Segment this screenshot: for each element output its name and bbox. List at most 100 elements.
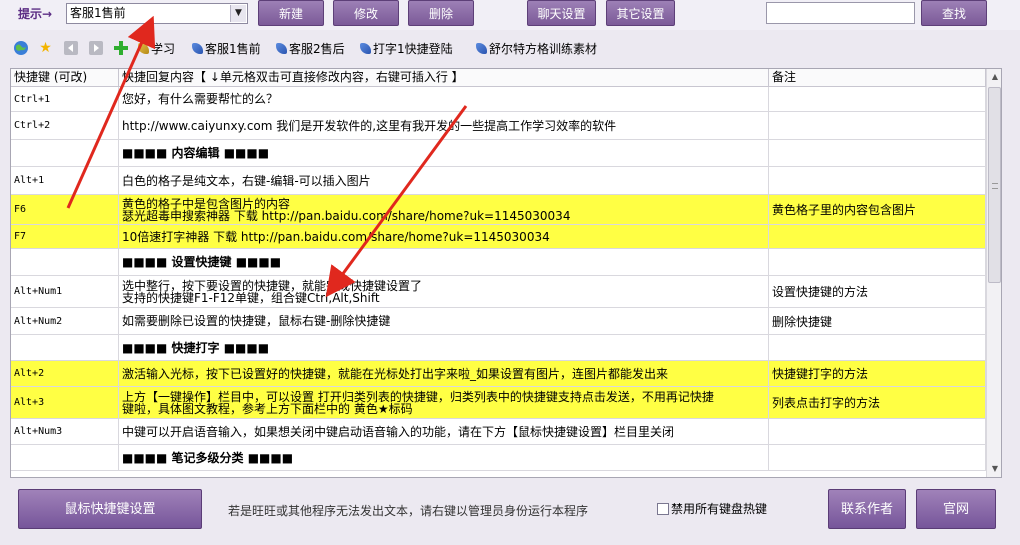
note-cell[interactable] [769, 140, 986, 166]
note-cell[interactable]: 黄色格子里的内容包含图片 [769, 195, 986, 224]
table-row[interactable]: F7 10倍速打字神器 下载 http://pan.baidu.com/share… [11, 225, 986, 249]
reply-content-cell[interactable]: 白色的格子是纯文本，右键-编辑-可以插入图片 [119, 167, 769, 194]
column-header-note[interactable]: 备注 [769, 69, 986, 87]
table-row[interactable]: F6 黄色的格子中是包含图片的内容 瑟光超毒申搜索神器 下载 http://pan.… [11, 195, 986, 225]
reply-content-cell[interactable]: 您好，有什么需要帮忙的么？ [119, 87, 769, 111]
note-cell[interactable]: 设置快捷键的方法 [769, 276, 986, 307]
contact-author-button[interactable]: 联系作者 [828, 489, 906, 529]
leaf-icon [276, 43, 287, 54]
note-cell[interactable] [769, 335, 986, 360]
note-cell[interactable] [769, 112, 986, 139]
chat-settings-button[interactable]: 聊天设置 [527, 0, 596, 26]
shortcut-grid[interactable]: 快捷键 (可改) 快捷回复内容【 ↓单元格双击可直接修改内容，右键可插入行 】 … [10, 68, 1002, 478]
disable-hotkeys-checkbox[interactable] [657, 503, 669, 515]
star-icon[interactable]: ★ [37, 40, 54, 57]
shortcut-key-cell[interactable]: F6 [11, 195, 119, 224]
shortcut-key-cell[interactable] [11, 335, 119, 360]
reply-content-cell[interactable]: ■■■■ 笔记多级分类 ■■■■ [119, 445, 769, 470]
tree-item-aftersales[interactable]: 客服2售后 [276, 39, 345, 59]
reply-content-cell[interactable]: ■■■■ 快捷打字 ■■■■ [119, 335, 769, 360]
leaf-icon [192, 43, 203, 54]
grid-header: 快捷键 (可改) 快捷回复内容【 ↓单元格双击可直接修改内容，右键可插入行 】 … [11, 69, 986, 87]
tree-item-typing-login[interactable]: 打字1快捷登陆 [360, 39, 453, 59]
reply-content-cell[interactable]: 黄色的格子中是包含图片的内容 瑟光超毒申搜索神器 下载 http://pan.ba… [119, 195, 769, 224]
tree-item-study[interactable]: 学习 [138, 39, 175, 59]
shortcut-key-cell[interactable]: F7 [11, 225, 119, 248]
shortcut-key-cell[interactable]: Alt+Num3 [11, 419, 119, 444]
tree-item-schulte-material[interactable]: 舒尔特方格训练素材 [476, 39, 597, 59]
shortcut-key-cell[interactable] [11, 445, 119, 470]
reply-content-cell[interactable]: http://www.caiyunxy.com 我们是开发软件的,这里有我开发的… [119, 112, 769, 139]
note-cell[interactable] [769, 167, 986, 194]
other-settings-button[interactable]: 其它设置 [606, 0, 675, 26]
table-row[interactable]: ■■■■ 笔记多级分类 ■■■■ [11, 445, 986, 471]
tree-item-presales[interactable]: 客服1售前 [192, 39, 261, 59]
category-tree-bar: ★ 学习 客服1售前 客服2售后 打字1快捷登陆 舒尔特方格训练素材 [0, 36, 1020, 62]
note-cell[interactable] [769, 249, 986, 275]
note-cell[interactable] [769, 419, 986, 444]
table-row[interactable]: Alt+3 上方【一键操作】栏目中，可以设置 打开归类列表的快捷键，归类列表中的快… [11, 387, 986, 419]
table-row[interactable]: Alt+2 激活输入光标，按下已设置好的快捷键，就能在光标处打出字来啦_如果设置有… [11, 361, 986, 387]
reply-content-cell[interactable]: 中键可以开启语音输入，如果想关闭中键启动语音输入的功能，请在下方【鼠标快捷键设置… [119, 419, 769, 444]
scroll-down-icon[interactable]: ▼ [987, 461, 1001, 477]
shortcut-key-cell[interactable] [11, 249, 119, 275]
shortcut-key-cell[interactable] [11, 140, 119, 166]
table-row[interactable]: Alt+Num1 选中整行，按下要设置的快捷键，就能完成快捷键设置了 支持的快捷键F… [11, 276, 986, 308]
disable-hotkeys-label: 禁用所有键盘热键 [671, 502, 768, 516]
note-cell[interactable] [769, 445, 986, 470]
shortcut-key-cell[interactable]: Alt+Num2 [11, 308, 119, 334]
table-row[interactable]: Alt+Num2 如需要删除已设置的快捷键，鼠标右键-删除快捷键 删除快捷键 [11, 308, 986, 335]
note-cell[interactable]: 列表点击打字的方法 [769, 387, 986, 418]
table-row[interactable]: Ctrl+2 http://www.caiyunxy.com 我们是开发软件的,这… [11, 112, 986, 140]
note-cell[interactable]: 删除快捷键 [769, 308, 986, 334]
note-cell[interactable]: 快捷键打字的方法 [769, 361, 986, 386]
reply-content-line: 支持的快捷键F1-F12单键，组合键Ctrl,Alt,Shift [122, 290, 380, 305]
shortcut-key-cell[interactable]: Ctrl+1 [11, 87, 119, 111]
table-row[interactable]: ■■■■ 快捷打字 ■■■■ [11, 335, 986, 361]
shortcut-key-cell[interactable]: Alt+1 [11, 167, 119, 194]
reply-content-cell[interactable]: 10倍速打字神器 下载 http://pan.baidu.com/share/h… [119, 225, 769, 248]
back-icon[interactable] [62, 40, 79, 57]
search-button[interactable]: 查找 [921, 0, 987, 26]
reply-content-cell[interactable]: 选中整行，按下要设置的快捷键，就能完成快捷键设置了 支持的快捷键F1-F12单键，… [119, 276, 769, 307]
shortcut-key-cell[interactable]: Ctrl+2 [11, 112, 119, 139]
category-select[interactable]: 客服1售前 ▼ [66, 3, 248, 24]
shortcut-key-cell[interactable]: Alt+2 [11, 361, 119, 386]
search-input[interactable] [766, 2, 915, 24]
shortcut-key-cell[interactable]: Alt+Num1 [11, 276, 119, 307]
column-header-content[interactable]: 快捷回复内容【 ↓单元格双击可直接修改内容，右键可插入行 】 [119, 69, 769, 87]
reply-content-cell[interactable]: ■■■■ 设置快捷键 ■■■■ [119, 249, 769, 275]
scroll-thumb[interactable] [988, 87, 1001, 283]
table-row[interactable]: Ctrl+1 您好，有什么需要帮忙的么？ [11, 87, 986, 112]
table-row[interactable]: ■■■■ 设置快捷键 ■■■■ [11, 249, 986, 276]
reply-content-line: 黄色的格子中是包含图片的内容 [122, 196, 291, 211]
note-cell[interactable] [769, 225, 986, 248]
add-icon[interactable] [112, 40, 129, 57]
reply-content-line: 激活输入光标，按下已设置好的快捷键，就能在光标处打出字来啦_如果设置有图片，连图… [122, 366, 669, 381]
globe-icon[interactable] [12, 40, 29, 57]
table-row[interactable]: Alt+1 白色的格子是纯文本，右键-编辑-可以插入图片 [11, 167, 986, 195]
disable-hotkeys-toggle[interactable]: 禁用所有键盘热键 [657, 501, 767, 517]
delete-button[interactable]: 删除 [408, 0, 474, 26]
mouse-shortcut-settings-button[interactable]: 鼠标快捷键设置 [18, 489, 202, 529]
website-button[interactable]: 官网 [916, 489, 996, 529]
reply-content-cell[interactable]: 上方【一键操作】栏目中，可以设置 打开归类列表的快捷键，归类列表中的快捷键支持点… [119, 387, 769, 418]
leaf-icon [360, 43, 371, 54]
scroll-up-icon[interactable]: ▲ [987, 69, 1001, 85]
category-select-value: 客服1售前 [70, 6, 126, 20]
vertical-scrollbar[interactable]: ▲ ▼ [986, 69, 1001, 477]
reply-content-cell[interactable]: 激活输入光标，按下已设置好的快捷键，就能在光标处打出字来啦_如果设置有图片，连图… [119, 361, 769, 386]
reply-content-line: 10倍速打字神器 下载 http://pan.baidu.com/share/h… [122, 229, 550, 244]
new-button[interactable]: 新建 [258, 0, 324, 26]
column-header-key[interactable]: 快捷键 (可改) [11, 69, 119, 87]
forward-icon[interactable] [87, 40, 104, 57]
shortcut-key-cell[interactable]: Alt+3 [11, 387, 119, 418]
reply-content-cell[interactable]: ■■■■ 内容编辑 ■■■■ [119, 140, 769, 166]
edit-button[interactable]: 修改 [333, 0, 399, 26]
table-row[interactable]: ■■■■ 内容编辑 ■■■■ [11, 140, 986, 167]
note-cell[interactable] [769, 87, 986, 111]
table-row[interactable]: Alt+Num3 中键可以开启语音输入，如果想关闭中键启动语音输入的功能，请在下方… [11, 419, 986, 445]
reply-content-cell[interactable]: 如需要删除已设置的快捷键，鼠标右键-删除快捷键 [119, 308, 769, 334]
reply-content-line: ■■■■ 快捷打字 ■■■■ [122, 340, 270, 355]
chevron-down-icon[interactable]: ▼ [230, 5, 246, 22]
